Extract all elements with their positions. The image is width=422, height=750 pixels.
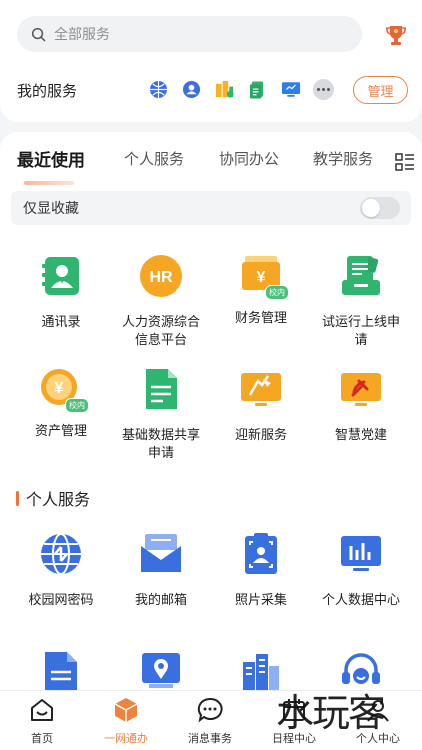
app-file[interactable] [11,650,111,692]
building-icon[interactable] [214,79,235,100]
app-label: 我的邮箱 [134,593,187,608]
user-icon[interactable] [181,79,202,100]
section-title-text: 个人服务 [26,490,91,509]
app-label: 财务管理 [234,311,287,326]
app-label: 资产管理 [34,424,87,439]
favorites-toggle[interactable] [360,197,400,219]
app-finance[interactable]: ¥ 校内 财务管理 [211,254,311,328]
app-label: 迎新服务 [234,428,287,443]
nav-messages[interactable]: 消息事务 [168,697,252,746]
app-label: 基础数据共享申请 [121,428,200,461]
app-label: 校园网密码 [28,593,94,608]
tab-teaching[interactable]: 教学服务 [313,148,373,169]
app-welcome[interactable]: 迎新服务 [211,367,311,445]
svg-text:HR: HR [149,269,173,286]
app-campus-network-password[interactable]: 校园网密码 [11,532,111,610]
file-icon [45,652,77,692]
my-services-icons [148,79,334,100]
app-label: 人力资源综合信息平台 [121,315,200,348]
mail-icon [141,534,181,572]
network-icon[interactable] [148,79,169,100]
nav-home[interactable]: 首页 [0,697,84,746]
app-label: 通讯录 [41,315,81,330]
personal-services-section-title: 个人服务 [16,486,90,510]
app-label: 照片采集 [234,593,287,608]
trophy-icon[interactable] [383,22,409,48]
main-card: 最近使用 个人服务 协同办公 教学服务 仅显收藏 通讯录 HR 人力资源综合信息… [0,132,422,692]
svg-text:¥: ¥ [257,269,266,286]
active-tab-indicator [24,181,74,185]
app-location[interactable] [111,650,211,692]
nav-label: 一网通办 [104,732,148,745]
top-card: 全部服务 我的服务 管理 [0,0,422,122]
document-icon[interactable] [247,79,268,100]
tab-collaboration[interactable]: 协同办公 [219,148,279,169]
watermark-logo: 水玩客 [276,691,386,735]
nav-label: 消息事务 [188,732,232,745]
app-party[interactable]: 智慧党建 [311,367,411,445]
more-icon[interactable] [313,79,334,100]
app-asset[interactable]: ¥ 校内 资产管理 [11,367,111,441]
hr-icon: HR [140,255,182,297]
section-accent-bar [16,490,19,506]
contacts-icon [42,257,79,295]
app-data-share[interactable]: 基础数据共享申请 [111,367,211,463]
party-icon [341,373,381,406]
tab-bar: 最近使用 个人服务 协同办公 教学服务 [0,148,422,178]
message-icon [197,697,223,723]
search-icon [31,27,46,41]
app-photo-capture[interactable]: 照片采集 [211,532,311,610]
trial-icon [342,256,380,295]
asset-icon: ¥ 校内 [39,367,89,413]
campus-network-icon [41,533,81,575]
data-share-icon [146,369,177,409]
nav-one-stop[interactable]: 一网通办 [84,697,168,746]
home-icon [31,699,53,721]
manage-button[interactable]: 管理 [353,76,408,104]
app-label: 试运行上线申请 [321,315,400,348]
cube-icon [114,698,138,722]
app-contacts[interactable]: 通讯录 [11,254,111,332]
monitor-icon[interactable] [280,79,301,100]
app-my-mail[interactable]: 我的邮箱 [111,532,211,610]
app-label: 智慧党建 [334,428,387,443]
favorites-label: 仅显收藏 [23,201,79,217]
search-placeholder: 全部服务 [54,27,110,43]
finance-icon: ¥ 校内 [239,254,289,300]
internal-tag: 校内 [265,285,289,300]
photo-capture-icon [245,533,277,574]
location-icon [142,653,180,688]
favorites-filter-row: 仅显收藏 [11,191,411,225]
my-services-title: 我的服务 [17,82,78,100]
app-label: 个人数据中心 [321,593,400,608]
category-grid-icon[interactable] [395,152,415,172]
app-trial-launch[interactable]: 试运行上线申请 [311,254,411,350]
toggle-knob [362,199,380,217]
internal-tag: 校内 [65,398,89,413]
svg-text:¥: ¥ [55,380,64,397]
data-center-icon [341,536,381,571]
app-hr[interactable]: HR 人力资源综合信息平台 [111,254,211,350]
nav-label: 首页 [31,732,53,745]
welcome-icon [241,373,281,406]
search-bar[interactable]: 全部服务 [17,16,362,52]
tab-personal[interactable]: 个人服务 [124,148,184,169]
app-personal-data-center[interactable]: 个人数据中心 [311,532,411,610]
tab-recent[interactable]: 最近使用 [17,146,85,171]
